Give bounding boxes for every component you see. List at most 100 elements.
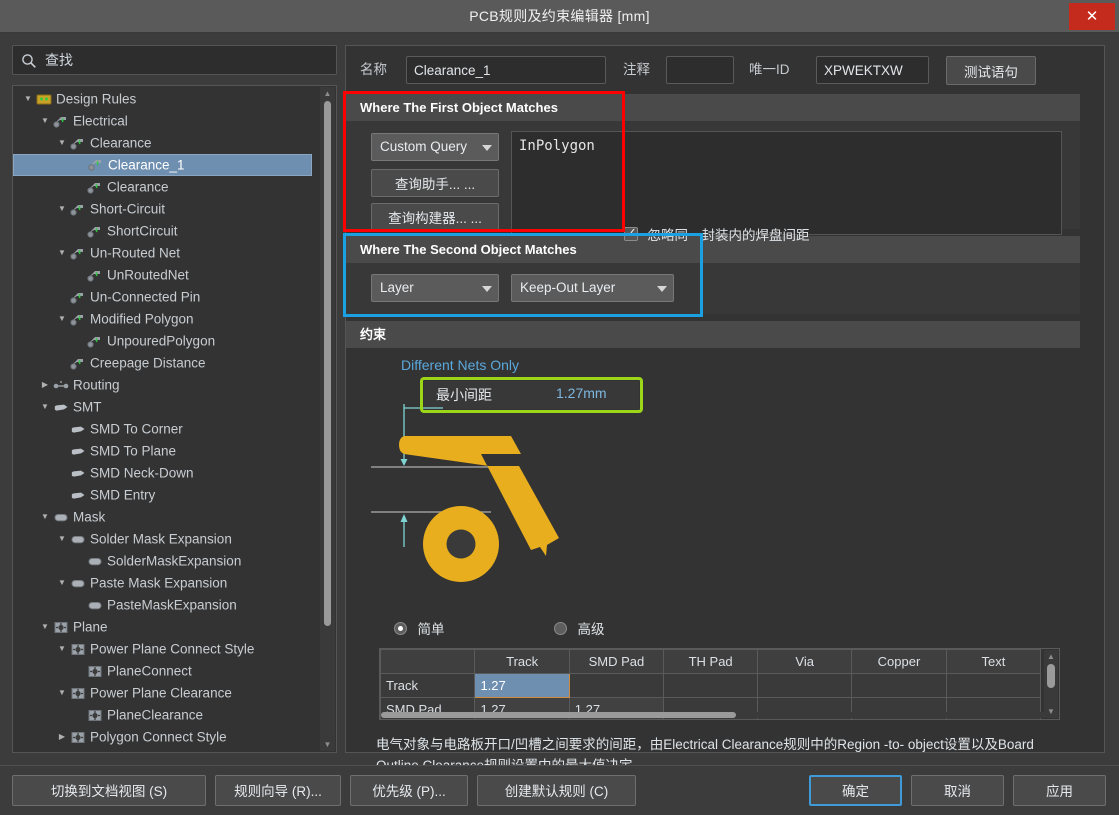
matrix-hscrollbar[interactable] [381, 712, 1044, 718]
chevron-down-icon[interactable]: ▼ [38, 506, 52, 528]
cancel-button[interactable]: 取消 [911, 775, 1004, 806]
mode-simple-radio[interactable]: 简单 [394, 618, 444, 638]
tree-item-power-plane-connect-style[interactable]: ▼ Power Plane Connect Style [13, 638, 318, 660]
chevron-down-icon[interactable]: ▼ [55, 638, 69, 660]
chevron-right-icon[interactable]: ▶ [55, 726, 69, 748]
unique-id-input[interactable] [816, 56, 929, 84]
table-cell[interactable]: 1.27 [474, 673, 570, 698]
chevron-down-icon[interactable]: ▼ [38, 616, 52, 638]
query-helper-button[interactable]: 查询助手... ... [371, 169, 499, 197]
table-column-header[interactable]: Copper [851, 649, 947, 674]
table-column-header[interactable]: Text [945, 649, 1042, 674]
table-column-header[interactable]: Track [474, 649, 570, 674]
close-icon[interactable]: ✕ [1069, 3, 1115, 30]
tree-item-smt[interactable]: ▼ SMT [13, 396, 318, 418]
tree-item-mask[interactable]: ▼ Mask [13, 506, 318, 528]
rule-wizard-button[interactable]: 规则向导 (R)... [215, 775, 341, 806]
tree-scrollbar[interactable]: ▲ ▼ [320, 87, 335, 751]
chevron-down-icon[interactable]: ▼ [55, 242, 69, 264]
matrix-hscrollbar-thumb[interactable] [381, 712, 736, 718]
chevron-down-icon[interactable]: ▼ [55, 682, 69, 704]
chevron-down-icon[interactable]: ▼ [55, 132, 69, 154]
create-default-rules-button[interactable]: 创建默认规则 (C) [477, 775, 636, 806]
first-object-scope-combo[interactable]: Custom Query [371, 133, 499, 161]
table-cell[interactable] [663, 673, 759, 698]
tree-scrollbar-thumb[interactable] [324, 101, 331, 626]
query-builder-button[interactable]: 查询构建器... ... [371, 203, 499, 231]
table-column-header[interactable]: Via [757, 649, 853, 674]
table-cell[interactable] [851, 673, 947, 698]
smt-icon [71, 449, 85, 456]
table-cell[interactable] [757, 673, 853, 698]
tree-item-unroutednet[interactable]: UnRoutedNet [13, 264, 318, 286]
priority-button[interactable]: 优先级 (P)... [350, 775, 468, 806]
comment-input[interactable] [666, 56, 734, 84]
tree-item-smd-to-plane[interactable]: SMD To Plane [13, 440, 318, 462]
table-cell[interactable] [568, 673, 665, 698]
tree-item-clearance[interactable]: ▼ Clearance [13, 132, 318, 154]
ok-button[interactable]: 确定 [809, 775, 902, 806]
clearance-matrix[interactable]: Track SMD Pad TH Pad Via Copper Text Track 1.2… [379, 648, 1060, 720]
tree-item-shortcircuit[interactable]: ShortCircuit [13, 220, 318, 242]
scroll-up-icon[interactable]: ▲ [320, 87, 335, 100]
chevron-down-icon[interactable]: ▼ [55, 198, 69, 220]
test-query-button[interactable]: 测试语句 [946, 56, 1036, 85]
first-object-query-text[interactable]: InPolygon [511, 131, 1062, 235]
scroll-down-icon[interactable]: ▼ [320, 738, 335, 751]
tree-item-smd-to-corner[interactable]: SMD To Corner [13, 418, 318, 440]
rule-name-input[interactable] [406, 56, 606, 84]
tree-item-pastemaskexpansion[interactable]: PasteMaskExpansion [13, 594, 318, 616]
tree-item-un-routed-net[interactable]: ▼ Un-Routed Net [13, 242, 318, 264]
mode-advanced-radio[interactable]: 高级 [554, 618, 604, 638]
chevron-down-icon[interactable]: ▼ [55, 572, 69, 594]
chevron-down-icon[interactable]: ▼ [38, 110, 52, 132]
tree-item-soldermaskexpansion[interactable]: SolderMaskExpansion [13, 550, 318, 572]
tree-item-clearance[interactable]: Clearance [13, 176, 318, 198]
switch-to-document-view-button[interactable]: 切换到文档视图 (S) [12, 775, 206, 806]
table-column-header[interactable] [380, 649, 476, 674]
second-object-scope-combo[interactable]: Layer [371, 274, 499, 302]
chevron-down-icon[interactable]: ▼ [38, 396, 52, 418]
tree-item-planeconnect[interactable]: PlaneConnect [13, 660, 318, 682]
tree-item-solder-mask-expansion[interactable]: ▼ Solder Mask Expansion [13, 528, 318, 550]
ignore-pad-clearance-checkbox[interactable]: 忽略同一封装内的焊盘间距 [624, 224, 809, 244]
table-cell[interactable] [945, 673, 1042, 698]
chevron-right-icon[interactable]: ▶ [38, 374, 52, 396]
scroll-up-icon[interactable]: ▲ [1044, 650, 1058, 663]
matrix-scrollbar-thumb[interactable] [1047, 664, 1055, 688]
second-object-layer-combo[interactable]: Keep-Out Layer [511, 274, 674, 302]
chevron-down-icon[interactable]: ▼ [55, 528, 69, 550]
matrix-scrollbar[interactable]: ▲ ▼ [1044, 650, 1058, 718]
scroll-down-icon[interactable]: ▼ [1044, 705, 1058, 718]
tree-item-paste-mask-expansion[interactable]: ▼ Paste Mask Expansion [13, 572, 318, 594]
tree-item-electrical[interactable]: ▼ Electrical [13, 110, 318, 132]
tree-item-un-connected-pin[interactable]: Un-Connected Pin [13, 286, 318, 308]
apply-button[interactable]: 应用 [1013, 775, 1106, 806]
search-box[interactable] [12, 45, 337, 75]
tree-item-planeclearance[interactable]: PlaneClearance [13, 704, 318, 726]
rules-tree[interactable]: ▼ Design Rules ▼ Electrical ▼ Clearance Clear… [12, 85, 337, 753]
tree-item-unpouredpolygon[interactable]: UnpouredPolygon [13, 330, 318, 352]
tree-item-label: Routing [73, 377, 120, 393]
tree-item-polygon-connect-style[interactable]: ▶ Polygon Connect Style [13, 726, 318, 748]
tree-item-smd-entry[interactable]: SMD Entry [13, 484, 318, 506]
table-column-header[interactable]: SMD Pad [568, 649, 665, 674]
chevron-down-icon[interactable]: ▼ [21, 88, 35, 110]
chevron-down-icon[interactable]: ▼ [55, 308, 69, 330]
search-input[interactable] [43, 46, 332, 74]
tree-item-clearance-1[interactable]: Clearance_1 [13, 154, 312, 176]
tree-item-short-circuit[interactable]: ▼ Short-Circuit [13, 198, 318, 220]
tree-item-plane[interactable]: ▼ Plane [13, 616, 318, 638]
tree-item-smd-neck-down[interactable]: SMD Neck-Down [13, 462, 318, 484]
min-clearance-value[interactable]: 1.27mm [556, 385, 607, 401]
tree-item-power-plane-clearance[interactable]: ▼ Power Plane Clearance [13, 682, 318, 704]
tree-item-modified-polygon[interactable]: ▼ Modified Polygon [13, 308, 318, 330]
table-row-header[interactable]: Track [380, 673, 476, 698]
tree-item-creepage-distance[interactable]: Creepage Distance [13, 352, 318, 374]
table-column-header[interactable]: TH Pad [663, 649, 759, 674]
tree-item-routing[interactable]: ▶ Routing [13, 374, 318, 396]
tree-item-design-rules[interactable]: ▼ Design Rules [13, 88, 318, 110]
